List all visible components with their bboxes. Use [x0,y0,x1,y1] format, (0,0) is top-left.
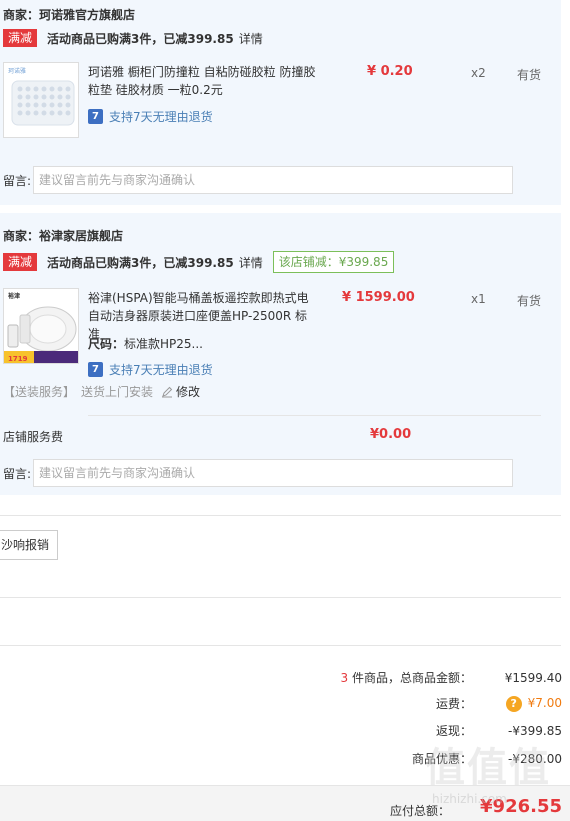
product-stock: 有货 [517,68,542,82]
invoice-button[interactable]: 沙响报销 [0,530,59,560]
item-count: 3 [340,671,349,685]
shop-service-fee-label: 店铺服务费 [3,430,64,444]
promo-detail-link[interactable]: 详情 [239,30,263,47]
svg-text:1719: 1719 [8,355,28,363]
return-icon: 7 [88,109,103,124]
shop-discount-badge: 该店铺减：¥399.85 [272,251,395,273]
shop-name[interactable]: 商家：珂诺雅官方旗舰店 [3,6,135,23]
delivery-service-row: 【送装服务】 送货上门安装 修改 [3,383,200,400]
promo-detail-link[interactable]: 详情 [239,254,263,271]
product-stock: 有货 [517,294,542,308]
spec-label: 尺码： [88,337,125,351]
svg-text:珂诺雅: 珂诺雅 [8,67,26,75]
cashback-label: 返现： [435,724,472,738]
cashback-value: -¥399.85 [508,723,562,738]
promo-row: 满减 活动商品已购满3件，已减399.85 详情 该店铺减：¥399.85 [3,251,395,273]
promo-tag: 满减 [3,253,38,271]
spec-value: 标准款HP25... [124,337,203,351]
shop-name[interactable]: 商家：裕津家居旗舰店 [3,227,123,244]
edit-label: 修改 [176,385,201,399]
return-policy[interactable]: 7 支持7天无理由退货 [88,108,213,125]
summary-total-value: ¥1599.40 [504,670,562,685]
product-thumbnail[interactable]: 珂诺雅 [3,62,79,138]
divider [88,415,541,416]
section-divider [0,645,561,646]
shop-block-1: 商家：珂诺雅官方旗舰店 满减 活动商品已购满3件，已减399.85 详情 珂诺雅… [0,0,561,205]
message-row: 留言: [3,166,514,194]
message-input[interactable] [33,459,514,487]
product-title[interactable]: 珂诺雅 橱柜门防撞粒 自粘防碰胶粒 防撞胶粒垫 硅胶材质 一粒0.2元 [88,63,318,99]
summary-shipping-row: 运费： ? ¥7.00 [436,695,562,712]
shipping-label: 运费： [435,697,472,711]
summary-cashback-row: 返现： -¥399.85 [436,722,562,739]
message-label: 留言: [3,173,32,188]
coupon-label: 商品优惠： [411,752,472,766]
shipping-value: ? ¥7.00 [492,695,562,712]
summary-total-row: 3 件商品，总商品金额： ¥1599.40 [341,669,562,686]
pay-total-label: 应付总额： [389,804,450,818]
coupon-value: -¥280.00 [508,751,562,766]
return-policy[interactable]: 7 支持7天无理由退货 [88,361,213,378]
product-price: ¥ 0.20 [367,64,413,79]
service-value: 送货上门安装 [81,385,154,399]
message-input[interactable] [33,166,514,194]
toilet-seat-image: 裕津 1719 [4,289,78,363]
service-label: 【送装服务】 [3,385,76,399]
product-image-dots: 珂诺雅 [4,63,78,137]
section-divider [0,515,561,516]
product-qty: x2 [471,66,486,80]
product-qty: x1 [471,292,486,306]
return-text: 支持7天无理由退货 [109,110,213,124]
summary-total-label: 3 件商品，总商品金额： [340,671,472,685]
shop-service-fee-value: ¥0.00 [370,427,412,442]
product-spec: 尺码：标准款HP25... [88,335,203,352]
section-divider [0,597,561,598]
product-thumbnail[interactable]: 裕津 1719 [3,288,79,364]
svg-text:裕津: 裕津 [7,292,20,300]
edit-service-button[interactable]: 修改 [161,383,200,400]
promo-tag: 满减 [3,29,38,47]
pencil-icon [162,386,173,397]
pay-total-value: ¥926.55 [480,796,562,817]
message-label: 留言: [3,466,32,481]
return-icon: 7 [88,362,103,377]
message-row: 留言: [3,459,514,487]
summary-coupon-row: 商品优惠： -¥280.00 [412,750,562,767]
pay-bar: 应付总额： ¥926.55 [0,785,570,821]
promo-row: 满减 活动商品已购满3件，已减399.85 详情 [3,28,263,48]
product-price: ¥ 1599.00 [342,290,415,305]
help-icon[interactable]: ? [505,695,522,712]
shop-block-2: 商家：裕津家居旗舰店 满减 活动商品已购满3件，已减399.85 详情 该店铺减… [0,213,561,495]
promo-text: 活动商品已购满3件，已减399.85 [47,31,234,46]
promo-text: 活动商品已购满3件，已减399.85 [47,255,234,270]
return-text: 支持7天无理由退货 [109,363,213,377]
